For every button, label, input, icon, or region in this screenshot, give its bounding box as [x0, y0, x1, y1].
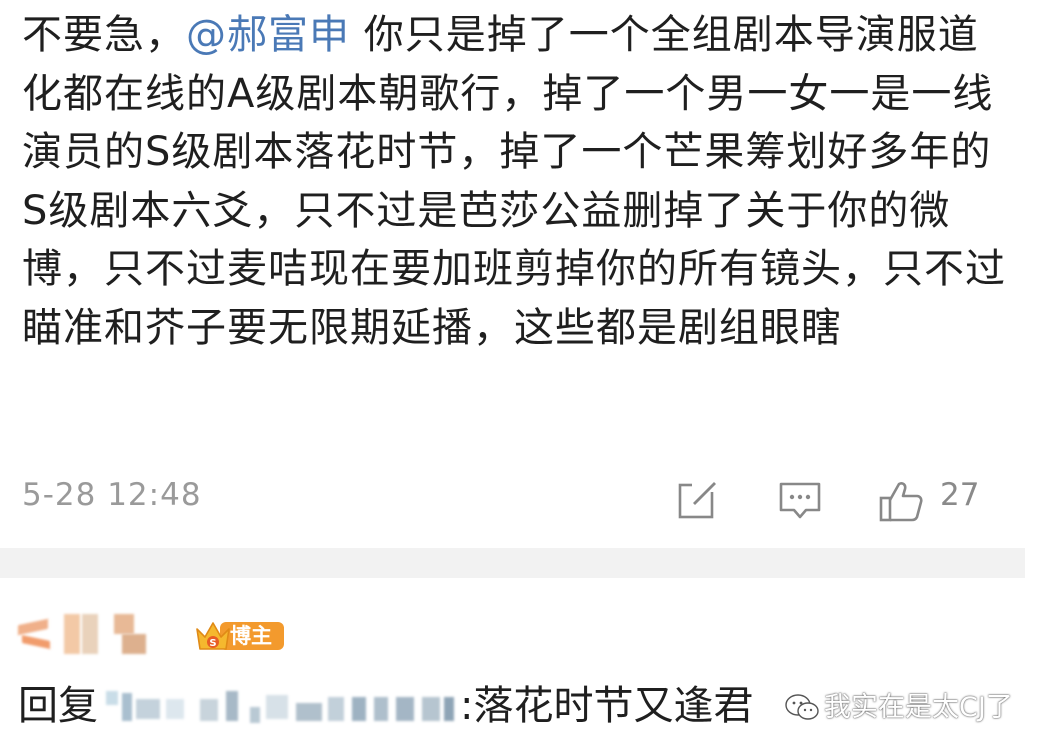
mention-link[interactable]: @郝富申	[186, 12, 350, 58]
comment-timestamp: 5-28 12:48	[22, 477, 202, 513]
author-badge: S 博主	[194, 618, 286, 654]
blurred-reply-target[interactable]	[100, 685, 458, 725]
reply-prefix: 回复	[18, 683, 98, 729]
badge-label: 博主	[230, 624, 272, 648]
edit-icon[interactable]	[677, 479, 719, 521]
section-divider	[0, 548, 1025, 578]
comment-text-body: 你只是掉了一个全组剧本导演服道化都在线的A级剧本朝歌行，掉了一个男一女一是一线演…	[22, 12, 1006, 351]
comment-text-lead: 不要急，	[22, 12, 186, 58]
reply-quote: :落花时节又逢君	[460, 683, 754, 729]
crown-icon: S	[196, 622, 230, 650]
wechat-icon	[785, 694, 819, 720]
comment-card: 不要急，@郝富申 你只是掉了一个全组剧本导演服道化都在线的A级剧本朝歌行，掉了一…	[0, 0, 1046, 548]
watermark-text: 我实在是太CJ了	[824, 692, 1013, 723]
svg-text:S: S	[209, 638, 216, 649]
like-count: 27	[940, 477, 980, 513]
comment-text: 不要急，@郝富申 你只是掉了一个全组剧本导演服道化都在线的A级剧本朝歌行，掉了一…	[22, 6, 1012, 357]
reply-icon[interactable]	[777, 479, 823, 521]
comment-meta-row: 5-28 12:48 27	[22, 475, 1012, 525]
like-icon[interactable]	[878, 479, 924, 523]
reply-text: 回复 :落花时节又逢君	[18, 678, 753, 734]
reply-card: S 博主 回复 :落花时节又逢君 我实在是太CJ了	[0, 578, 1046, 754]
blurred-username[interactable]	[18, 614, 158, 654]
page: 不要急，@郝富申 你只是掉了一个全组剧本导演服道化都在线的A级剧本朝歌行，掉了一…	[0, 0, 1046, 754]
